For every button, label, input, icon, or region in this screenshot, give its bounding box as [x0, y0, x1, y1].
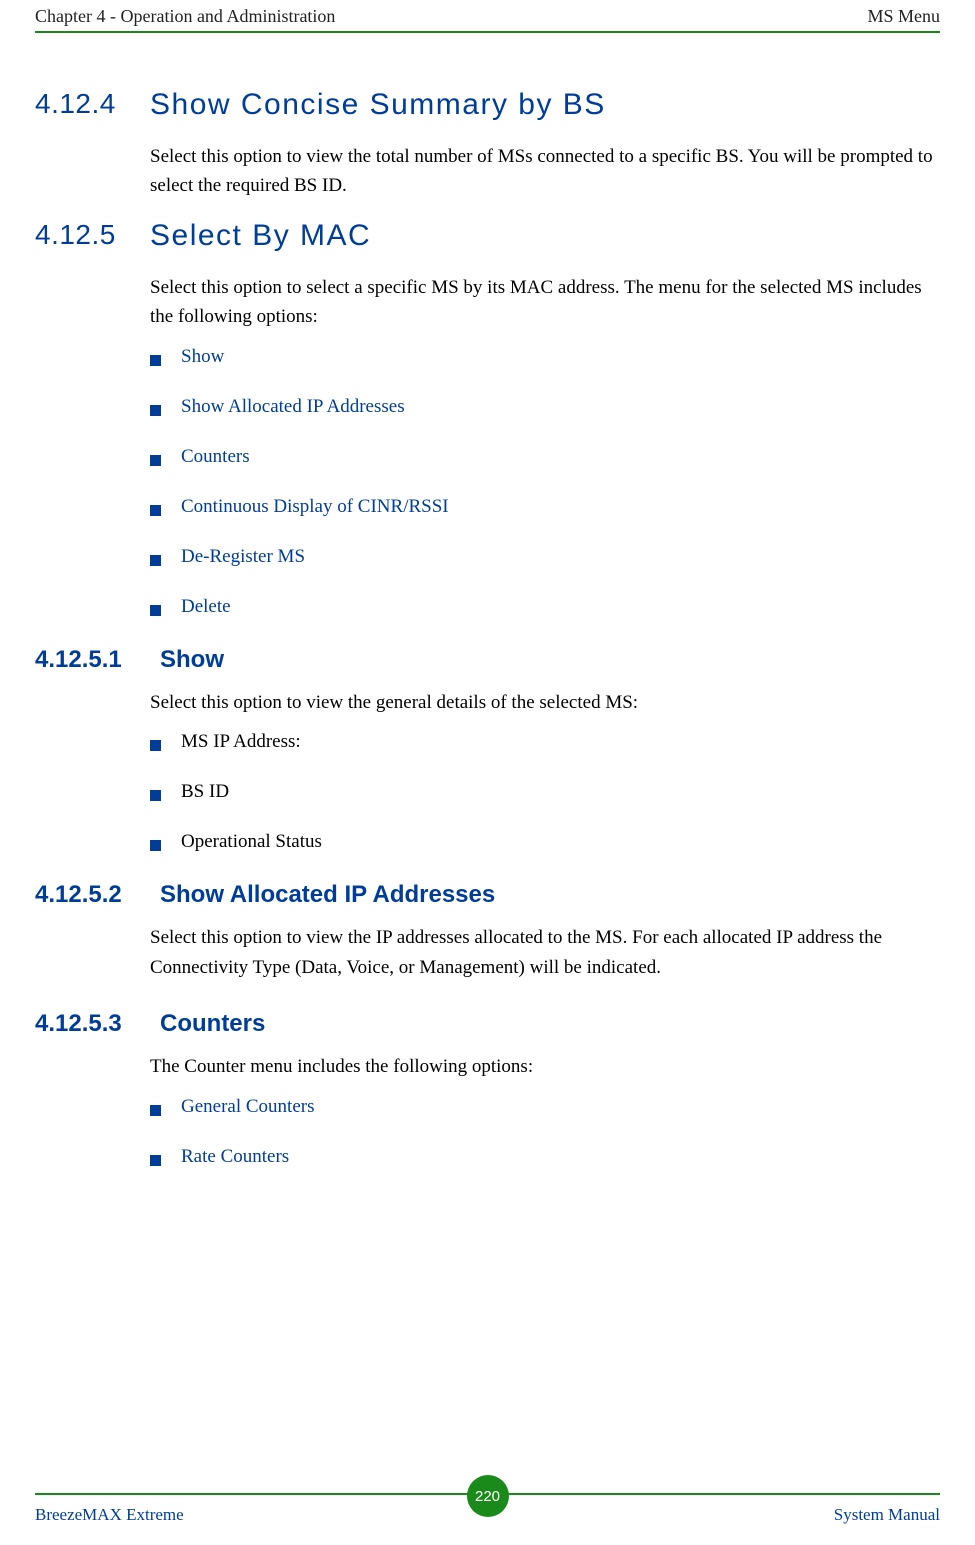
link-counters[interactable]: Counters: [181, 446, 250, 468]
bullet-icon: [150, 840, 161, 851]
link-general-counters[interactable]: General Counters: [181, 1096, 314, 1118]
list-item: De-Register MS: [150, 546, 940, 568]
list-item: BS ID: [150, 781, 940, 803]
bullet-icon: [150, 505, 161, 516]
heading-title: Show Concise Summary by BS: [150, 88, 606, 122]
header-chapter: Chapter 4 - Operation and Administration: [35, 6, 335, 27]
page-number: 220: [475, 1488, 500, 1505]
bullet-icon: [150, 605, 161, 616]
bullet-icon: [150, 790, 161, 801]
bullet-icon: [150, 1105, 161, 1116]
heading-number: 4.12.5: [35, 219, 150, 253]
paragraph: The Counter menu includes the following …: [150, 1052, 940, 1081]
bullet-icon: [150, 740, 161, 751]
heading-show: 4.12.5.1 Show: [35, 646, 940, 674]
heading-number: 4.12.5.2: [35, 881, 160, 909]
page-header: Chapter 4 - Operation and Administration…: [35, 0, 940, 33]
list-item: General Counters: [150, 1096, 940, 1118]
list-item: Delete: [150, 596, 940, 618]
heading-show-allocated-ip: 4.12.5.2 Show Allocated IP Addresses: [35, 881, 940, 909]
heading-show-concise-summary: 4.12.4 Show Concise Summary by BS: [35, 88, 940, 122]
header-section: MS Menu: [867, 6, 940, 27]
bullet-icon: [150, 405, 161, 416]
list-item: MS IP Address:: [150, 731, 940, 753]
bullet-icon: [150, 455, 161, 466]
page-number-badge: 220: [467, 1475, 509, 1517]
bullet-list: Show Show Allocated IP Addresses Counter…: [150, 346, 940, 618]
bullet-text: MS IP Address:: [181, 731, 301, 753]
list-item: Rate Counters: [150, 1146, 940, 1168]
section-4-12-5-3: 4.12.5.3 Counters The Counter menu inclu…: [35, 1010, 940, 1167]
heading-title: Select By MAC: [150, 219, 371, 253]
section-4-12-4: 4.12.4 Show Concise Summary by BS Select…: [35, 88, 940, 201]
heading-number: 4.12.5.1: [35, 646, 160, 674]
heading-title: Show: [160, 646, 224, 674]
paragraph: Select this option to view the IP addres…: [150, 923, 940, 982]
list-item: Continuous Display of CINR/RSSI: [150, 496, 940, 518]
link-deregister-ms[interactable]: De-Register MS: [181, 546, 305, 568]
list-item: Counters: [150, 446, 940, 468]
bullet-icon: [150, 555, 161, 566]
bullet-list: General Counters Rate Counters: [150, 1096, 940, 1168]
bullet-icon: [150, 355, 161, 366]
footer-product: BreezeMAX Extreme: [35, 1505, 184, 1525]
list-item: Show Allocated IP Addresses: [150, 396, 940, 418]
bullet-text: Operational Status: [181, 831, 322, 853]
paragraph: Select this option to select a specific …: [150, 273, 940, 332]
bullet-list: MS IP Address: BS ID Operational Status: [150, 731, 940, 853]
bullet-icon: [150, 1155, 161, 1166]
heading-title: Show Allocated IP Addresses: [160, 881, 495, 909]
paragraph: Select this option to view the general d…: [150, 688, 940, 717]
list-item: Operational Status: [150, 831, 940, 853]
link-show[interactable]: Show: [181, 346, 224, 368]
heading-counters: 4.12.5.3 Counters: [35, 1010, 940, 1038]
section-4-12-5-2: 4.12.5.2 Show Allocated IP Addresses Sel…: [35, 881, 940, 982]
page-content: 4.12.4 Show Concise Summary by BS Select…: [35, 33, 940, 1168]
link-rate-counters[interactable]: Rate Counters: [181, 1146, 289, 1168]
list-item: Show: [150, 346, 940, 368]
bullet-text: BS ID: [181, 781, 229, 803]
section-4-12-5-1: 4.12.5.1 Show Select this option to view…: [35, 646, 940, 853]
heading-select-by-mac: 4.12.5 Select By MAC: [35, 219, 940, 253]
link-delete[interactable]: Delete: [181, 596, 231, 618]
heading-number: 4.12.5.3: [35, 1010, 160, 1038]
link-show-allocated-ip[interactable]: Show Allocated IP Addresses: [181, 396, 405, 418]
footer-manual: System Manual: [834, 1505, 940, 1525]
section-4-12-5: 4.12.5 Select By MAC Select this option …: [35, 219, 940, 618]
heading-number: 4.12.4: [35, 88, 150, 122]
heading-title: Counters: [160, 1010, 265, 1038]
page-footer: BreezeMAX Extreme 220 System Manual: [35, 1493, 940, 1525]
link-continuous-display[interactable]: Continuous Display of CINR/RSSI: [181, 496, 449, 518]
paragraph: Select this option to view the total num…: [150, 142, 940, 201]
